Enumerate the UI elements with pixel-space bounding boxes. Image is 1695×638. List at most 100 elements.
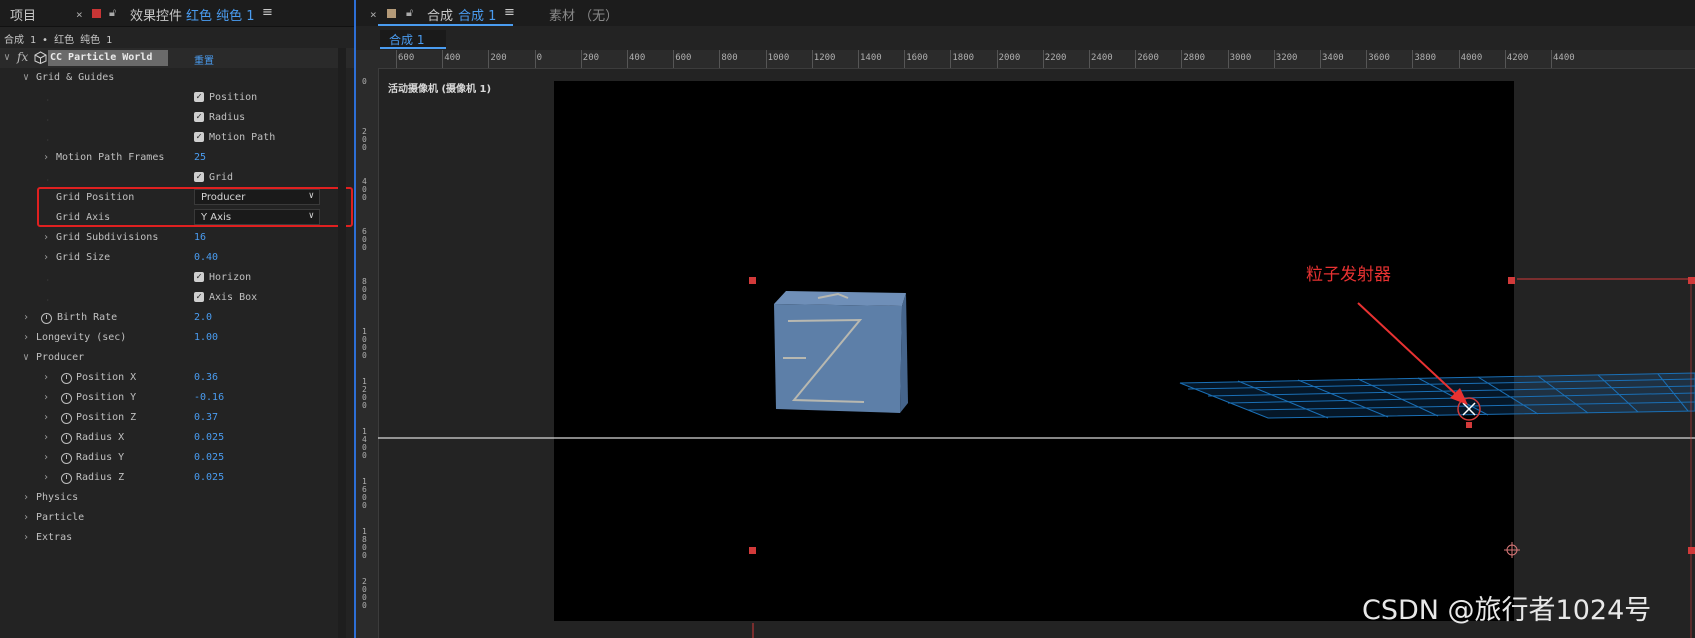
tab-effect-controls[interactable]: 效果控件	[130, 5, 182, 24]
group-extras[interactable]: › Extras	[0, 528, 354, 548]
chevron-right-icon[interactable]: ›	[23, 312, 29, 323]
chevron-right-icon[interactable]: ›	[43, 392, 49, 403]
chevron-right-icon[interactable]: ›	[43, 252, 49, 263]
checkbox-radius[interactable]: ✓	[194, 112, 204, 122]
prop-row-radius-x: › Radius X 0.025	[0, 428, 354, 448]
checkbox-axis-box[interactable]: ✓	[194, 292, 204, 302]
indent-dot: ·	[46, 117, 50, 124]
stopwatch-icon[interactable]	[61, 373, 72, 384]
vertical-ruler[interactable]: 0 200 400 600 800 1000 1200 1400 1600 1800 2000	[356, 68, 379, 638]
close-icon[interactable]: ×	[76, 8, 83, 21]
stopwatch-icon[interactable]	[61, 393, 72, 404]
ruler-tick-label: 4200	[1506, 53, 1529, 63]
ruler-tick-label: 4400	[1553, 53, 1575, 63]
highlight-box	[37, 187, 353, 227]
group-producer[interactable]: ∨ Producer	[0, 348, 354, 368]
prop-value[interactable]: 2.0	[194, 312, 212, 323]
tab-project[interactable]: 项目	[10, 5, 36, 24]
stopwatch-icon[interactable]	[61, 433, 72, 444]
lock-icon[interactable]: 🔓︎	[406, 6, 413, 20]
prop-value[interactable]: 16	[194, 232, 206, 243]
ruler-tick	[811, 50, 813, 68]
prop-label: Grid Subdivisions	[56, 232, 159, 243]
tab-composition-name[interactable]: 合成 1	[458, 5, 496, 24]
prop-value[interactable]: 0.025	[194, 432, 224, 443]
prop-label: Physics	[36, 492, 79, 503]
prop-row-motion-path-frames: › Motion Path Frames 25	[0, 148, 354, 168]
ruler-tick-label: 3000	[1229, 53, 1252, 63]
group-particle[interactable]: › Particle	[0, 508, 354, 528]
stopwatch-icon[interactable]	[61, 413, 72, 424]
effect-controls-panel: 项目 × 🔓︎ 效果控件 红色 纯色 1 ≡ 合成 1 • 红色 纯色 1 ∨ …	[0, 0, 356, 638]
prop-value[interactable]: 0.40	[194, 252, 218, 263]
chevron-right-icon[interactable]: ›	[23, 492, 29, 503]
checkbox-motion-path[interactable]: ✓	[194, 132, 204, 142]
ruler-tick	[765, 50, 767, 68]
chevron-right-icon[interactable]: ›	[43, 432, 49, 443]
chevron-down-icon[interactable]: ∨	[23, 352, 29, 363]
ruler-tick	[858, 50, 859, 68]
ruler-tick-label: 3800	[1414, 53, 1437, 63]
stopwatch-icon[interactable]	[41, 313, 52, 324]
color-swatch-icon	[92, 9, 101, 18]
lock-icon[interactable]: 🔓︎	[109, 6, 116, 20]
prop-value[interactable]: 0.025	[194, 452, 224, 463]
grid-plane	[1179, 372, 1695, 419]
prop-label: Extras	[36, 532, 73, 543]
group-grid-guides[interactable]: ∨ Grid & Guides	[0, 68, 354, 88]
chevron-right-icon[interactable]: ›	[43, 232, 49, 243]
chevron-right-icon[interactable]: ›	[43, 372, 49, 383]
checkbox-grid[interactable]: ✓	[194, 172, 204, 182]
prop-value[interactable]: 0.37	[194, 412, 218, 423]
ruler-tick-label: 800	[721, 53, 738, 63]
panel-menu-icon[interactable]: ≡	[262, 5, 273, 20]
prop-value[interactable]: 1.00	[194, 332, 218, 343]
prop-value[interactable]: 25	[194, 152, 206, 163]
tab-composition[interactable]: 合成	[427, 5, 453, 24]
tab-footage[interactable]: 素材 （无）	[549, 5, 618, 24]
prop-row-motion-path: · ✓ Motion Path	[0, 128, 354, 148]
panel-menu-icon[interactable]: ≡	[504, 5, 515, 20]
ruler-tick-label: 3200	[1275, 53, 1298, 63]
chevron-right-icon[interactable]: ›	[43, 452, 49, 463]
ruler-tick	[488, 50, 490, 68]
chevron-down-icon[interactable]: ∨	[4, 52, 10, 63]
ruler-tick-label: 600	[398, 53, 415, 63]
stopwatch-icon[interactable]	[61, 473, 72, 484]
chevron-right-icon[interactable]: ›	[43, 472, 49, 483]
chevron-right-icon[interactable]: ›	[23, 512, 29, 523]
chevron-right-icon[interactable]: ›	[23, 532, 29, 543]
prop-label: Radius X	[76, 432, 125, 443]
vruler-tick-label: 1200	[362, 377, 367, 410]
horizontal-ruler[interactable]: 600 400 200 0 200 400 600 800 1000 1200 1400 1600 18…	[356, 50, 1695, 69]
effect-header[interactable]: ∨ fx CC Particle World 重置	[0, 48, 354, 68]
group-physics[interactable]: › Physics	[0, 488, 354, 508]
chevron-right-icon[interactable]: ›	[23, 332, 29, 343]
prop-label: Position Y	[76, 392, 137, 403]
active-tab-underline	[378, 24, 513, 26]
reset-link[interactable]: 重置	[194, 52, 214, 67]
chevron-right-icon[interactable]: ›	[43, 152, 49, 163]
prop-row-position-z: › Position Z 0.37	[0, 408, 354, 428]
chevron-down-icon[interactable]: ∨	[23, 72, 29, 83]
ruler-tick	[1273, 50, 1275, 68]
fx-icon[interactable]: fx	[17, 50, 28, 64]
ruler-tick	[1551, 50, 1552, 68]
prop-value[interactable]: -0.16	[194, 392, 224, 403]
checkbox-horizon[interactable]: ✓	[194, 272, 204, 282]
ruler-tick	[673, 50, 675, 68]
vruler-tick-label: 1800	[362, 527, 367, 560]
ruler-tick	[719, 50, 721, 68]
chevron-right-icon[interactable]: ›	[43, 412, 49, 423]
stopwatch-icon[interactable]	[61, 453, 72, 464]
composition-subtab[interactable]: 合成 1	[380, 30, 446, 49]
prop-row-grid-size: › Grid Size 0.40	[0, 248, 354, 268]
prop-value[interactable]: 0.36	[194, 372, 218, 383]
checkbox-label: Radius	[209, 112, 246, 123]
close-icon[interactable]: ×	[370, 8, 377, 21]
prop-label: Grid Size	[56, 252, 111, 263]
checkbox-position[interactable]: ✓	[194, 92, 204, 102]
scrollbar[interactable]	[338, 48, 346, 638]
prop-value[interactable]: 0.025	[194, 472, 224, 483]
tab-effect-target[interactable]: 红色 纯色 1	[186, 5, 255, 24]
